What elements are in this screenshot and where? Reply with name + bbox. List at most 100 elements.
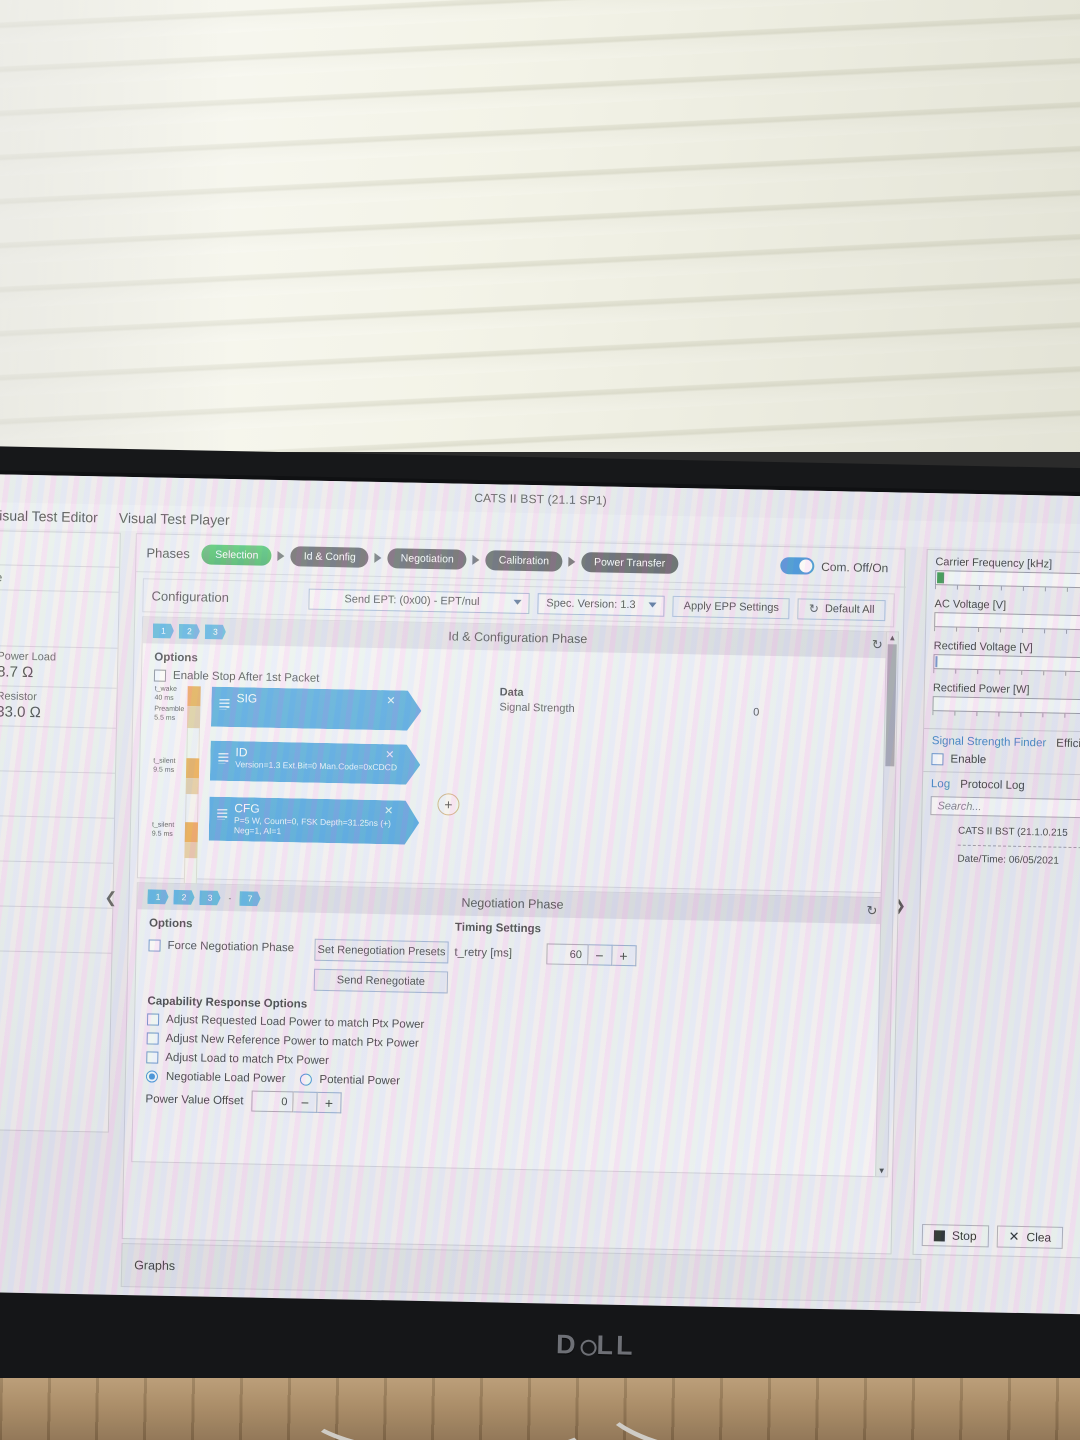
packet-id[interactable]: ✕ ID Version=1.3 Ext.Bit=0 Man.Code=0xCD… xyxy=(210,741,421,785)
t-retry-stepper: 60 − + xyxy=(545,943,637,967)
sidebar-blank-row xyxy=(0,724,116,774)
refresh-icon[interactable]: ↻ xyxy=(866,903,877,919)
packet-sig[interactable]: ✕ SIG xyxy=(211,687,422,731)
monitor-screen: CATS II BST (21.1 SP1) Visual Test Edito… xyxy=(0,474,1080,1315)
scrollbar-thumb[interactable] xyxy=(885,644,897,767)
default-all-button[interactable]: ↻ Default All xyxy=(797,597,886,621)
ept-select[interactable]: Send EPT: (0x00) - EPT/nul xyxy=(308,588,530,614)
scroll-up-icon[interactable]: ▲ xyxy=(887,632,898,643)
timing-bar-segment xyxy=(186,728,200,759)
menu-item-visual-test-player[interactable]: Visual Test Player xyxy=(110,505,239,534)
data-value: 0 xyxy=(753,706,760,719)
t-retry-decrement-button[interactable]: − xyxy=(587,944,613,966)
adjust-new-reference-power-row[interactable]: Adjust New Reference Power to match Ptx … xyxy=(146,1032,424,1050)
log-section: Log Protocol Log Search... CATS II BST (… xyxy=(921,772,1080,882)
com-toggle[interactable] xyxy=(780,557,815,575)
window-blinds xyxy=(0,0,1080,452)
power-value-offset-increment-button[interactable]: + xyxy=(317,1091,342,1114)
power-value-offset-decrement-button[interactable]: − xyxy=(293,1091,318,1113)
timing-bar-segment xyxy=(185,794,199,823)
packet-cfg[interactable]: ✕ CFG P=5 W, Count=0, FSK Depth=31.25ns … xyxy=(209,797,420,845)
step-pill-separator: - xyxy=(228,893,232,904)
potential-power-radio[interactable] xyxy=(299,1073,312,1086)
step-pill[interactable]: 2 xyxy=(173,889,194,904)
tab-log[interactable]: Log xyxy=(931,778,950,790)
step-pill[interactable]: 1 xyxy=(147,889,168,904)
sidebar-collapse-left-icon[interactable]: ❮ xyxy=(104,889,117,907)
set-renegotiation-presets-button[interactable]: Set Renegotiation Presets xyxy=(314,938,449,964)
clear-label: Clea xyxy=(1026,1230,1052,1245)
enable-stop-checkbox[interactable] xyxy=(153,669,167,682)
timing-ruler: t_wake 40 ms Preamble 5.5 ms t_silent 9.… xyxy=(151,686,207,885)
capability-heading: Capability Response Options xyxy=(147,995,308,1011)
menu-item-visual-test-editor[interactable]: Visual Test Editor xyxy=(0,502,107,531)
spec-version-select[interactable]: Spec. Version: 1.3 xyxy=(537,592,665,617)
sidebar-blank-row xyxy=(0,859,114,909)
potential-power-label: Potential Power xyxy=(319,1073,401,1088)
apply-epp-settings-button[interactable]: Apply EPP Settings xyxy=(672,595,791,619)
options-heading: Options xyxy=(148,917,193,931)
timing-label xyxy=(152,841,185,842)
timing-bar-segment xyxy=(187,686,201,707)
tab-protocol-log[interactable]: Protocol Log xyxy=(960,779,1025,792)
drag-grip-icon[interactable] xyxy=(218,753,228,764)
clear-button[interactable]: ✕ Clea xyxy=(996,1225,1064,1249)
sidebar-row-key: Power Load xyxy=(0,650,57,664)
close-icon[interactable]: ✕ xyxy=(386,694,395,707)
phase-arrow-icon xyxy=(472,554,480,565)
ssf-enable-checkbox[interactable] xyxy=(931,753,944,766)
chevron-down-icon xyxy=(513,599,522,605)
t-retry-increment-button[interactable]: + xyxy=(611,944,637,967)
force-negotiation-row[interactable]: Force Negotiation Phase xyxy=(148,939,300,954)
force-negotiation-checkbox[interactable] xyxy=(148,939,161,952)
scroll-down-icon[interactable]: ▼ xyxy=(876,1165,887,1176)
meter-label: Rectified Voltage [V] xyxy=(933,640,1033,655)
center-panel: Phases Selection Id & Config Negotiation… xyxy=(121,533,907,1255)
adjust-new-reference-power-checkbox[interactable] xyxy=(146,1032,159,1045)
adjust-new-reference-power-label: Adjust New Reference Power to match Ptx … xyxy=(165,1032,419,1050)
stop-button[interactable]: Stop xyxy=(921,1224,989,1248)
sidebar-row-value: 33.0 Ω xyxy=(0,703,41,722)
step-pill[interactable]: 1 xyxy=(153,623,174,638)
close-icon[interactable]: ✕ xyxy=(384,804,393,817)
adjust-load-checkbox[interactable] xyxy=(146,1051,159,1064)
negotiable-load-power-radio[interactable] xyxy=(145,1070,159,1083)
tab-efficiency[interactable]: Effici xyxy=(1056,738,1080,750)
graphs-label: Graphs xyxy=(134,1258,176,1274)
sidebar-item-power-profile[interactable]: Power Profile xyxy=(0,562,120,593)
adjust-load-row[interactable]: Adjust Load to match Ptx Power xyxy=(146,1051,423,1069)
tab-signal-strength-finder[interactable]: Signal Strength Finder xyxy=(932,735,1047,749)
phase-chip-id-config[interactable]: Id & Config xyxy=(290,545,369,568)
timing-label xyxy=(153,793,186,794)
close-icon[interactable]: ✕ xyxy=(385,748,394,761)
step-pill[interactable]: 2 xyxy=(179,623,200,638)
dell-brand-logo: D LL xyxy=(555,1329,636,1361)
ssf-enable-row[interactable]: Enable xyxy=(931,753,986,766)
send-renegotiate-button[interactable]: Send Renegotiate xyxy=(313,968,449,994)
adjust-requested-load-power-checkbox[interactable] xyxy=(146,1013,160,1026)
adjust-requested-load-power-row[interactable]: Adjust Requested Load Power to match Ptx… xyxy=(146,1013,424,1031)
phase-chip-calibration[interactable]: Calibration xyxy=(485,549,563,572)
power-value-offset-row: Power Value Offset 0 − + xyxy=(145,1088,423,1115)
id-config-phase-title: Id & Configuration Phase xyxy=(448,629,588,647)
phase-chip-negotiation[interactable]: Negotiation xyxy=(387,547,468,570)
step-pill[interactable]: 3 xyxy=(205,624,226,639)
power-value-offset-value[interactable]: 0 xyxy=(251,1090,294,1113)
refresh-icon[interactable]: ↻ xyxy=(872,637,883,653)
ssf-tabs: Signal Strength Finder Effici xyxy=(932,735,1080,751)
drag-grip-icon[interactable] xyxy=(219,699,229,710)
data-row-signal-strength: Signal Strength 0 xyxy=(499,701,759,718)
t-retry-value[interactable]: 60 xyxy=(545,943,589,966)
timing-bar-segment xyxy=(184,842,198,859)
step-pill[interactable]: 7 xyxy=(239,891,260,906)
sidebar-row-resistor: Resistor 33.0 Ω xyxy=(0,684,117,729)
log-search-input[interactable]: Search... xyxy=(930,796,1080,819)
drag-grip-icon[interactable] xyxy=(217,809,227,820)
phase-chip-selection[interactable]: Selection xyxy=(201,543,273,566)
add-packet-button[interactable]: + xyxy=(437,793,460,816)
sidebar-blank-row xyxy=(0,904,113,954)
enable-stop-after-1st-packet-row[interactable]: Enable Stop After 1st Packet xyxy=(153,669,319,685)
timing-bar-segment xyxy=(185,758,200,779)
step-pill[interactable]: 3 xyxy=(199,890,220,905)
phase-chip-power-transfer[interactable]: Power Transfer xyxy=(580,551,679,574)
